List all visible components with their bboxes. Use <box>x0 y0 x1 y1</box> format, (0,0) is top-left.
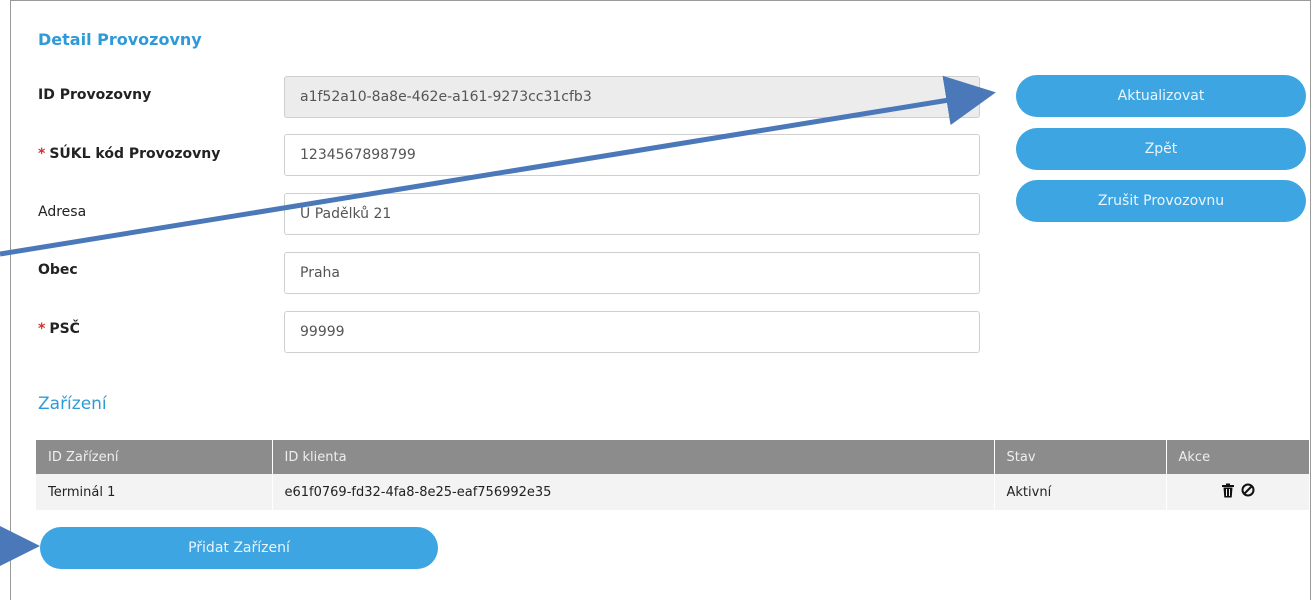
required-marker: * <box>38 321 46 337</box>
cell-actions <box>1166 474 1309 510</box>
label-adresa: Adresa <box>38 204 87 220</box>
block-icon[interactable] <box>1241 483 1255 501</box>
detail-section-title: Detail Provozovny <box>38 30 202 49</box>
obec-field[interactable]: Praha <box>284 252 980 294</box>
psc-field[interactable]: 99999 <box>284 311 980 353</box>
adresa-field[interactable]: U Padělků 21 <box>284 193 980 235</box>
cell-state: Aktivní <box>994 474 1167 510</box>
id-provozovny-field[interactable]: a1f52a10-8a8e-462e-a161-9273cc31cfb3 <box>284 76 980 118</box>
label-id-provozovny: ID Provozovny <box>38 87 152 103</box>
sukl-kod-field[interactable]: 1234567898799 <box>284 134 980 176</box>
devices-section-title: Zařízení <box>38 394 107 414</box>
label-sukl-kod: * SÚKL kód Provozovny <box>38 146 221 162</box>
devices-table-header: ID Zařízení ID klienta Stav Akce <box>36 440 1309 474</box>
required-marker: * <box>38 146 46 162</box>
column-header-state[interactable]: Stav <box>994 440 1167 474</box>
cell-client-id: e61f0769-fd32-4fa8-8e25-eaf756992e35 <box>272 474 995 510</box>
update-button[interactable]: Aktualizovat <box>1016 75 1306 117</box>
cancel-facility-button[interactable]: Zrušit Provozovnu <box>1016 180 1306 222</box>
label-psc: * PSČ <box>38 321 80 337</box>
table-row[interactable]: Terminál 1 e61f0769-fd32-4fa8-8e25-eaf75… <box>36 474 1309 510</box>
column-header-client-id[interactable]: ID klienta <box>272 440 995 474</box>
cell-device-id: Terminál 1 <box>36 474 273 510</box>
label-obec: Obec <box>38 262 78 278</box>
back-button[interactable]: Zpět <box>1016 128 1306 170</box>
add-device-button[interactable]: Přidat Zařízení <box>40 527 438 569</box>
trash-icon[interactable] <box>1221 483 1235 502</box>
column-header-device-id[interactable]: ID Zařízení <box>36 440 273 474</box>
column-header-actions: Akce <box>1166 440 1309 474</box>
devices-table: ID Zařízení ID klienta Stav Akce Terminá… <box>36 440 1309 510</box>
